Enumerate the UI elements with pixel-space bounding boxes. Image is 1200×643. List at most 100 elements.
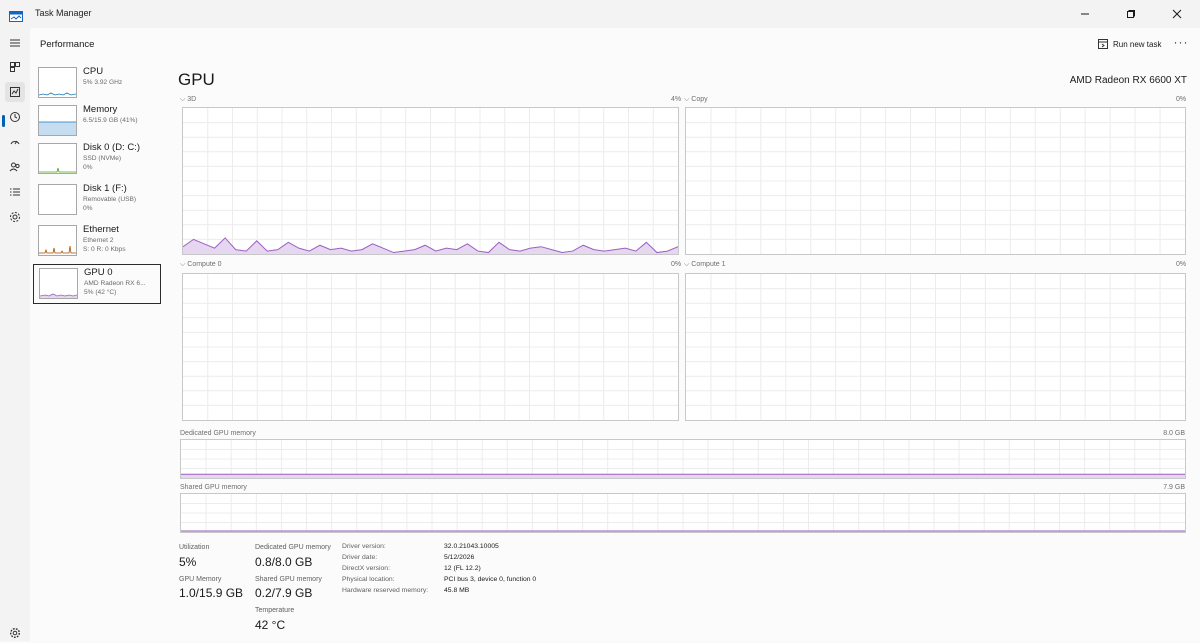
physical-location-value: PCI bus 3, device 0, function 0 bbox=[444, 576, 537, 583]
device-detail: 6.5/15.9 GB (41%) bbox=[83, 117, 138, 124]
minimize-button[interactable] bbox=[1062, 0, 1108, 28]
chevron-down-icon: ⌵ bbox=[180, 261, 186, 268]
engine-compute-1-plot bbox=[686, 274, 1185, 420]
gpu-heading: GPU bbox=[178, 70, 215, 89]
app-history-icon[interactable] bbox=[5, 107, 25, 127]
dedicated-memory-stat-label: Dedicated GPU memory bbox=[255, 544, 331, 551]
shared-memory-value: 0.2/7.9 GB bbox=[255, 586, 313, 600]
disk-0-thumbnail bbox=[38, 143, 77, 174]
navigation-rail bbox=[0, 28, 30, 641]
dedicated-memory-area bbox=[181, 474, 1185, 478]
engine-copy-plot bbox=[686, 108, 1185, 254]
engine-name: Compute 0 bbox=[187, 261, 222, 268]
device-usage: 0% bbox=[83, 164, 93, 171]
device-detail: SSD (NVMe) bbox=[83, 155, 122, 162]
processes-icon[interactable] bbox=[5, 57, 25, 77]
device-detail: Removable (USB) bbox=[83, 196, 137, 203]
directx-version-key: DirectX version: bbox=[342, 565, 390, 572]
temperature-label: Temperature bbox=[255, 607, 295, 614]
sidebar-item-gpu-0[interactable]: GPU 0 AMD Radeon RX 6... 5% (42 °C) bbox=[33, 264, 161, 304]
driver-version-value: 32.0.21043.10005 bbox=[444, 543, 499, 550]
engine-copy-graph bbox=[685, 107, 1186, 255]
device-detail: Ethernet 2 bbox=[83, 237, 114, 244]
dedicated-memory-label: Dedicated GPU memory bbox=[180, 430, 256, 437]
settings-icon[interactable] bbox=[5, 623, 25, 643]
minimize-icon bbox=[1081, 13, 1089, 15]
shared-memory-plot bbox=[181, 494, 1185, 532]
startup-apps-icon[interactable] bbox=[5, 132, 25, 152]
engine-3d-percent: 4% bbox=[671, 96, 682, 103]
utilization-value: 5% bbox=[179, 555, 197, 569]
engine-compute-1-percent: 0% bbox=[1176, 261, 1187, 268]
device-name: CPU bbox=[83, 66, 104, 77]
disk-1-thumbnail bbox=[38, 184, 77, 215]
memory-thumbnail bbox=[38, 105, 77, 136]
run-new-task-button[interactable]: Run new task bbox=[1098, 35, 1161, 53]
engine-compute-0-percent: 0% bbox=[671, 261, 682, 268]
title-bar: Task Manager bbox=[0, 0, 1200, 28]
engine-compute-0-plot bbox=[183, 274, 678, 420]
sidebar-item-ethernet[interactable]: Ethernet Ethernet 2 S: 0 R: 0 Kbps bbox=[33, 222, 161, 262]
engine-compute-1-selector[interactable]: ⌵ Compute 1 bbox=[684, 261, 726, 269]
gpu-0-thumbnail bbox=[39, 268, 78, 299]
hamburger-menu-icon[interactable] bbox=[5, 33, 25, 53]
sidebar-item-disk-0[interactable]: Disk 0 (D: C:) SSD (NVMe) 0% bbox=[33, 140, 161, 180]
device-name: GPU 0 bbox=[84, 267, 113, 278]
reserved-memory-value: 45.8 MB bbox=[444, 587, 470, 594]
directx-version-value: 12 (FL 12.2) bbox=[444, 565, 481, 572]
ethernet-thumbnail bbox=[38, 225, 77, 256]
details-icon[interactable] bbox=[5, 182, 25, 202]
driver-version-key: Driver version: bbox=[342, 543, 386, 550]
engine-compute-1-graph bbox=[685, 273, 1186, 421]
dedicated-memory-plot bbox=[181, 440, 1185, 478]
engine-name: 3D bbox=[187, 96, 197, 103]
users-icon[interactable] bbox=[5, 157, 25, 177]
device-throughput: S: 0 R: 0 Kbps bbox=[83, 246, 126, 253]
shared-memory-stat-label: Shared GPU memory bbox=[255, 576, 322, 583]
gpu-memory-label: GPU Memory bbox=[179, 576, 222, 583]
device-detail: AMD Radeon RX 6... bbox=[84, 280, 146, 287]
device-name: Ethernet bbox=[83, 224, 119, 235]
window-title: Task Manager bbox=[35, 8, 92, 18]
close-button[interactable] bbox=[1154, 0, 1200, 28]
driver-date-key: Driver date: bbox=[342, 554, 378, 561]
maximize-button[interactable] bbox=[1108, 0, 1154, 28]
services-icon[interactable] bbox=[5, 207, 25, 227]
shared-memory-max: 7.9 GB bbox=[1163, 484, 1185, 491]
device-usage: 5% (42 °C) bbox=[84, 289, 117, 296]
reserved-memory-key: Hardware reserved memory: bbox=[342, 587, 429, 594]
engine-name: Copy bbox=[691, 96, 708, 103]
sidebar-item-disk-1[interactable]: Disk 1 (F:) Removable (USB) 0% bbox=[33, 181, 161, 221]
engine-3d-plot bbox=[183, 108, 678, 254]
close-icon bbox=[1172, 9, 1182, 19]
utilization-label: Utilization bbox=[179, 544, 210, 551]
engine-3d-graph bbox=[182, 107, 679, 255]
chevron-down-icon: ⌵ bbox=[684, 96, 690, 103]
task-manager-icon bbox=[9, 9, 23, 22]
dedicated-memory-value: 0.8/8.0 GB bbox=[255, 555, 313, 569]
engine-name: Compute 1 bbox=[691, 261, 726, 268]
device-usage: 0% bbox=[83, 205, 93, 212]
engine-copy-percent: 0% bbox=[1176, 96, 1187, 103]
run-new-task-label: Run new task bbox=[1113, 39, 1162, 49]
more-options-button[interactable]: ··· bbox=[1172, 35, 1190, 53]
cpu-thumbnail bbox=[38, 67, 77, 98]
sidebar-item-cpu[interactable]: CPU 5% 3.92 GHz bbox=[33, 64, 161, 104]
sidebar-item-memory[interactable]: Memory 6.5/15.9 GB (41%) bbox=[33, 102, 161, 142]
chevron-down-icon: ⌵ bbox=[684, 261, 690, 268]
engine-3d-selector[interactable]: ⌵ 3D bbox=[180, 96, 196, 104]
performance-icon[interactable] bbox=[5, 82, 25, 102]
shared-memory-label: Shared GPU memory bbox=[180, 484, 247, 491]
shared-memory-graph bbox=[180, 493, 1186, 533]
restore-icon bbox=[1127, 10, 1135, 18]
run-task-icon bbox=[1098, 39, 1108, 49]
engine-copy-selector[interactable]: ⌵ Copy bbox=[684, 96, 708, 104]
engine-compute-0-selector[interactable]: ⌵ Compute 0 bbox=[180, 261, 222, 269]
main-content: Performance Run new task ··· CPU 5% 3.92… bbox=[30, 28, 1200, 641]
device-name: Disk 1 (F:) bbox=[83, 183, 127, 194]
dedicated-memory-max: 8.0 GB bbox=[1163, 430, 1185, 437]
gpu-model-name: AMD Radeon RX 6600 XT bbox=[1069, 75, 1187, 86]
chevron-down-icon: ⌵ bbox=[180, 96, 186, 103]
driver-date-value: 5/12/2026 bbox=[444, 554, 475, 561]
gpu-memory-value: 1.0/15.9 GB bbox=[179, 586, 244, 600]
